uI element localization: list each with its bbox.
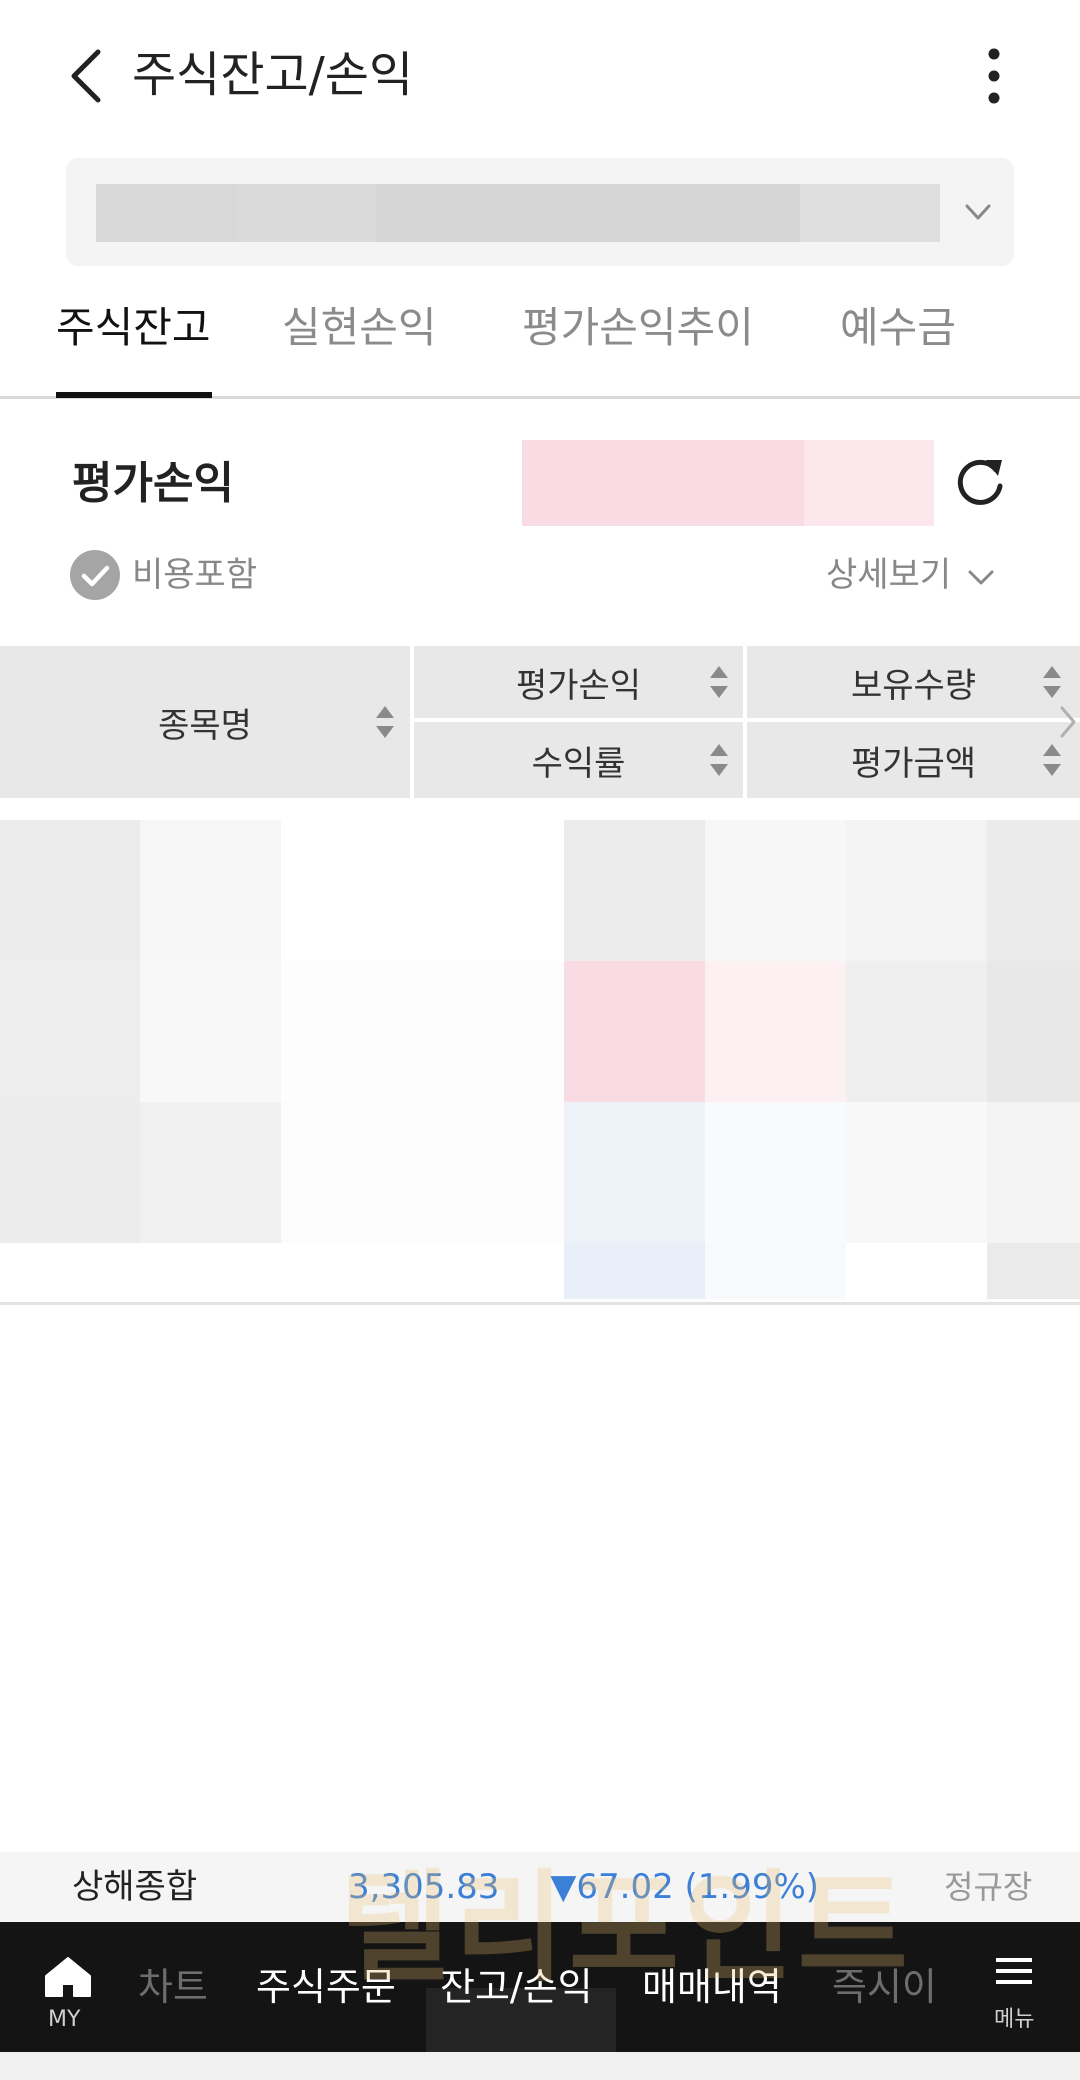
chevron-down-icon <box>965 204 991 220</box>
masked-cell <box>564 820 705 961</box>
masked-cell <box>705 1102 846 1243</box>
masked-cell <box>705 961 846 1102</box>
nav-my-label: MY <box>48 2007 81 2032</box>
masked-cell <box>705 1243 846 1299</box>
tab-realized-pl[interactable]: 실현손익 <box>282 296 437 360</box>
refresh-icon <box>957 459 1003 505</box>
tab-stock-balance[interactable]: 주식잔고 <box>56 296 211 360</box>
index-quote: 3,305.83 ▼67.02 (1.99%) <box>348 1852 819 1922</box>
nav-menu-label: 메뉴 <box>994 2007 1035 2032</box>
refresh-button[interactable] <box>950 454 1010 514</box>
column-header-eval-amount-label: 평가금액 <box>850 743 977 784</box>
eval-pl-value-masked <box>522 440 804 526</box>
column-header-name[interactable]: 종목명 <box>0 646 410 798</box>
nav-instant[interactable]: 즉시이 <box>832 1922 937 2052</box>
index-name: 상해종합 <box>72 1867 198 1907</box>
header-divider <box>410 646 414 798</box>
nav-stock-order[interactable]: 주식주문 <box>256 1922 396 2052</box>
nav-chart[interactable]: 차트 <box>138 1922 208 2052</box>
more-vertical-icon <box>988 48 1000 104</box>
masked-cell <box>705 820 846 961</box>
column-header-eval-amount[interactable]: 평가금액 <box>747 722 1080 798</box>
masked-cell <box>140 820 281 961</box>
masked-cell <box>987 1102 1080 1243</box>
checkmark-icon <box>81 565 110 587</box>
more-options-button[interactable] <box>972 44 1016 108</box>
column-header-name-label: 종목명 <box>158 705 252 746</box>
masked-cell <box>987 961 1080 1102</box>
market-status: 정규장 <box>944 1868 1033 1906</box>
account-selector[interactable] <box>66 158 1014 266</box>
fee-included-checkbox[interactable] <box>70 550 120 600</box>
masked-cell <box>987 820 1080 961</box>
column-header-eval-pl[interactable]: 평가손익 <box>414 646 743 718</box>
sort-icon <box>710 666 728 698</box>
active-tab-indicator <box>56 392 212 398</box>
header-divider <box>414 718 1080 722</box>
sort-icon <box>1043 744 1061 776</box>
masked-cell <box>987 1243 1080 1299</box>
sort-icon <box>376 706 394 738</box>
column-header-eval-pl-label: 평가손익 <box>515 665 642 706</box>
back-button[interactable] <box>60 44 116 108</box>
masked-cell <box>281 1102 564 1243</box>
nav-trade-history[interactable]: 매매내역 <box>642 1922 782 2052</box>
masked-cell <box>564 1102 705 1243</box>
page-title: 주식잔고/손익 <box>132 47 414 103</box>
chevron-left-icon <box>71 49 101 103</box>
sort-icon <box>1043 666 1061 698</box>
eval-pl-value-masked-part <box>804 440 934 526</box>
column-header-return-rate[interactable]: 수익률 <box>414 722 743 798</box>
masked-cell <box>0 961 140 1102</box>
sort-icon <box>710 744 728 776</box>
masked-cell <box>140 1102 281 1243</box>
masked-cell <box>564 961 705 1102</box>
masked-cell <box>846 1102 987 1243</box>
masked-cell <box>0 820 140 961</box>
column-header-quantity[interactable]: 보유수량 <box>747 646 1080 718</box>
masked-cell <box>0 1102 140 1243</box>
column-header-quantity-label: 보유수량 <box>850 665 977 706</box>
detail-view-toggle[interactable]: 상세보기 <box>826 550 996 600</box>
detail-view-label: 상세보기 <box>826 555 952 595</box>
masked-cell <box>564 1243 705 1299</box>
tab-eval-pl-trend[interactable]: 평가손익추이 <box>522 296 754 360</box>
index-change: ▼67.02 (1.99%) <box>550 1867 820 1907</box>
eval-pl-label: 평가손익 <box>72 458 234 509</box>
fee-included-label[interactable]: 비용포함 <box>132 550 257 600</box>
chevron-down-icon <box>968 570 994 584</box>
tab-deposit[interactable]: 예수금 <box>840 296 956 360</box>
system-bottom-bar <box>0 2052 1080 2080</box>
masked-cell <box>281 961 564 1102</box>
account-number-masked <box>96 184 956 242</box>
masked-cell <box>846 961 987 1102</box>
home-icon <box>45 1957 91 1997</box>
masked-cell <box>846 820 987 961</box>
header-divider <box>743 646 747 798</box>
table-header: 종목명 평가손익 수익률 보유수량 평가금액 <box>0 646 1080 798</box>
nav-balance-pl[interactable]: 잔고/손익 <box>440 1922 593 2052</box>
chevron-right-icon[interactable] <box>1056 704 1080 740</box>
index-value: 3,305.83 <box>348 1867 500 1907</box>
list-divider <box>0 1302 1080 1305</box>
column-header-return-rate-label: 수익률 <box>531 743 626 784</box>
hamburger-menu-icon <box>996 1958 1032 1984</box>
masked-cell <box>140 961 281 1102</box>
